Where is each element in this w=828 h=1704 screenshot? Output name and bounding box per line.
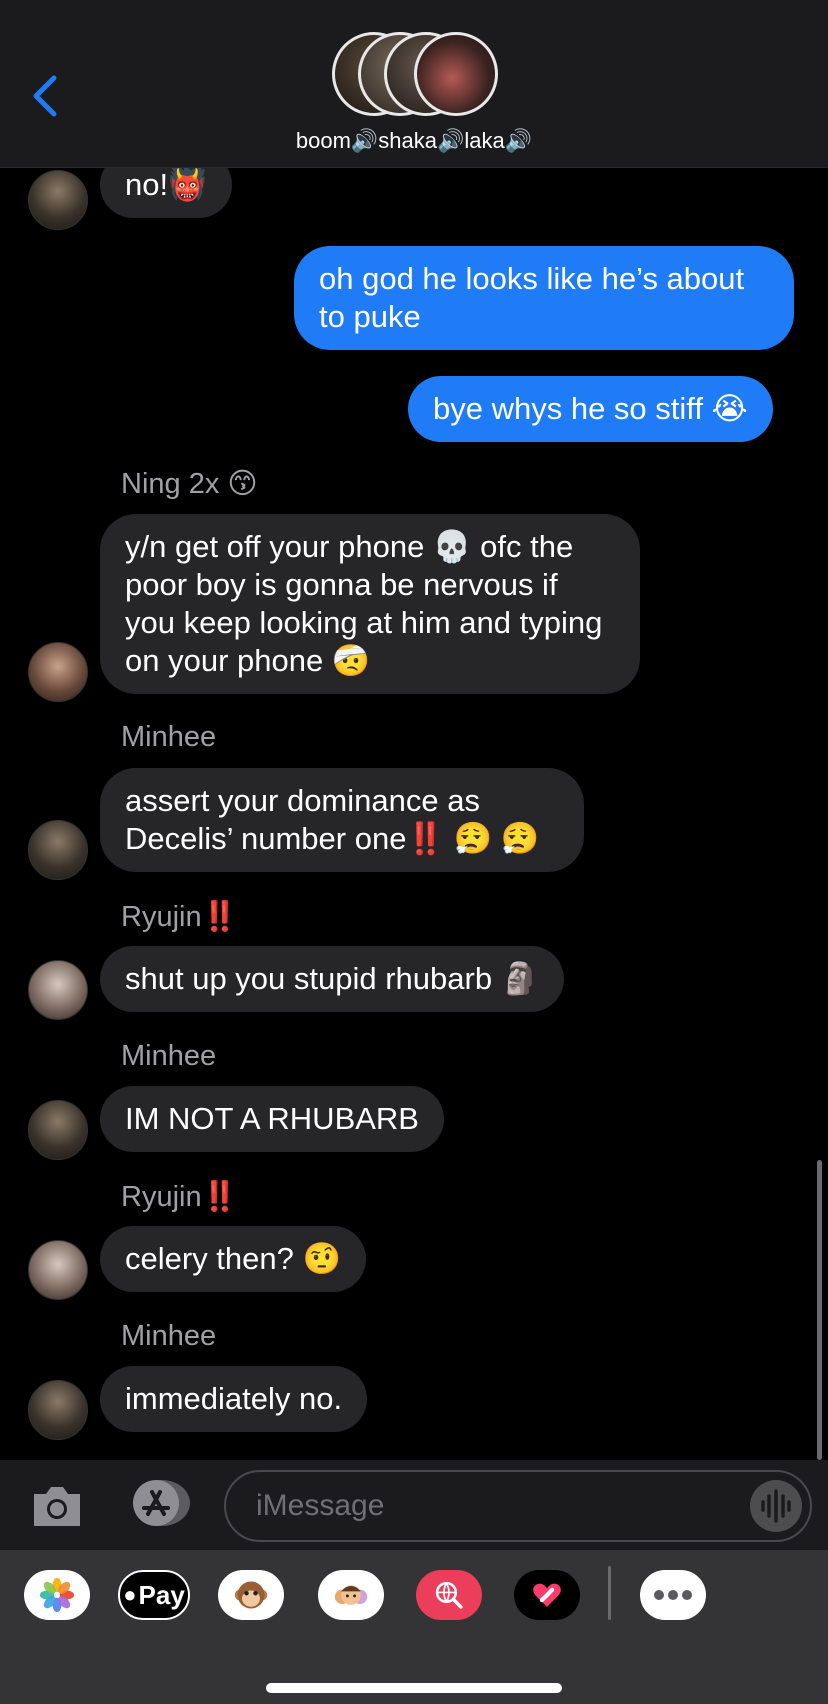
message-bubble[interactable]: y/n get off your phone 💀 ofc the poor bo… xyxy=(100,514,640,694)
apple-pay-icon[interactable]: ● Pay xyxy=(118,1570,190,1620)
group-name[interactable]: boom🔊shaka🔊laka🔊 xyxy=(0,128,828,154)
message-bubble[interactable]: bye whys he so stiff 😭 xyxy=(408,376,773,442)
message-text: y/n get off your phone 💀 ofc the poor bo… xyxy=(125,529,603,678)
message-bubble[interactable]: no!👹 xyxy=(100,168,232,218)
message-input[interactable] xyxy=(256,1486,706,1526)
camera-icon xyxy=(34,1487,80,1526)
memoji-icon[interactable] xyxy=(318,1570,384,1620)
message-text: immediately no. xyxy=(125,1381,343,1416)
sender-name: Ning 2x 😙 xyxy=(121,468,258,500)
drawer-divider xyxy=(608,1566,611,1620)
audio-message-button[interactable] xyxy=(750,1480,802,1532)
heart-touch-icon xyxy=(533,1583,561,1607)
avatar xyxy=(28,1380,88,1440)
avatar xyxy=(28,642,88,702)
more-icon[interactable] xyxy=(640,1570,706,1620)
ellipsis-icon xyxy=(654,1590,692,1600)
avatar xyxy=(28,960,88,1020)
sender-name: Ryujin‼️ xyxy=(121,1181,238,1213)
message-bubble[interactable]: assert your dominance as Decelis’ number… xyxy=(100,768,584,872)
avatar xyxy=(28,1100,88,1160)
compose-bar xyxy=(0,1460,828,1550)
memoji-faces-icon xyxy=(334,1585,368,1605)
group-avatar-stack[interactable] xyxy=(332,32,498,118)
back-button[interactable] xyxy=(30,74,70,124)
avatar xyxy=(414,32,498,116)
photos-icon[interactable] xyxy=(24,1570,90,1620)
message-text: oh god he looks like he’s about to puke xyxy=(319,261,745,334)
monkey-face-icon xyxy=(234,1581,268,1609)
camera-button[interactable] xyxy=(30,1482,84,1530)
web-images-icon[interactable] xyxy=(416,1570,482,1620)
avatar xyxy=(28,170,88,230)
app-drawer: ● Pay xyxy=(0,1550,828,1704)
message-text: assert your dominance as Decelis’ number… xyxy=(125,783,540,856)
sender-name: Minhee xyxy=(121,721,217,753)
apple-pay-label: Pay xyxy=(138,1579,185,1610)
message-text: shut up you stupid rhubarb 🗿 xyxy=(125,961,540,996)
message-text: no!👹 xyxy=(125,168,207,202)
chevron-left-icon xyxy=(33,75,57,117)
message-input-container xyxy=(224,1470,812,1542)
conversation-header: boom🔊shaka🔊laka🔊 xyxy=(0,0,828,168)
photos-flower-icon xyxy=(39,1577,75,1613)
sender-name: Ryujin‼️ xyxy=(121,901,238,933)
message-bubble[interactable]: celery then? 🤨 xyxy=(100,1226,367,1292)
message-bubble[interactable]: oh god he looks like he’s about to puke xyxy=(294,246,794,350)
apple-logo-icon: ● xyxy=(123,1582,137,1607)
sender-name: Minhee xyxy=(121,1320,217,1352)
message-text: bye whys he so stiff 😭 xyxy=(433,391,748,426)
digital-touch-icon[interactable] xyxy=(514,1570,580,1620)
message-bubble[interactable]: immediately no. xyxy=(100,1366,368,1432)
avatar xyxy=(28,820,88,880)
app-store-icon xyxy=(133,1480,190,1526)
audio-waveform-icon xyxy=(761,1489,791,1523)
sender-name: Minhee xyxy=(121,1040,217,1072)
message-bubble[interactable]: IM NOT A RHUBARB xyxy=(100,1086,444,1152)
message-text: celery then? 🤨 xyxy=(125,1241,342,1276)
globe-search-icon xyxy=(435,1581,463,1609)
avatar xyxy=(28,1240,88,1300)
animoji-icon[interactable] xyxy=(218,1570,284,1620)
message-list[interactable]: no!👹 oh god he looks like he’s about to … xyxy=(0,168,828,1460)
app-store-button[interactable] xyxy=(126,1478,192,1528)
scrollbar[interactable] xyxy=(817,1160,822,1460)
message-bubble[interactable]: shut up you stupid rhubarb 🗿 xyxy=(100,946,565,1012)
home-indicator[interactable] xyxy=(266,1683,562,1693)
message-text: IM NOT A RHUBARB xyxy=(125,1101,419,1136)
